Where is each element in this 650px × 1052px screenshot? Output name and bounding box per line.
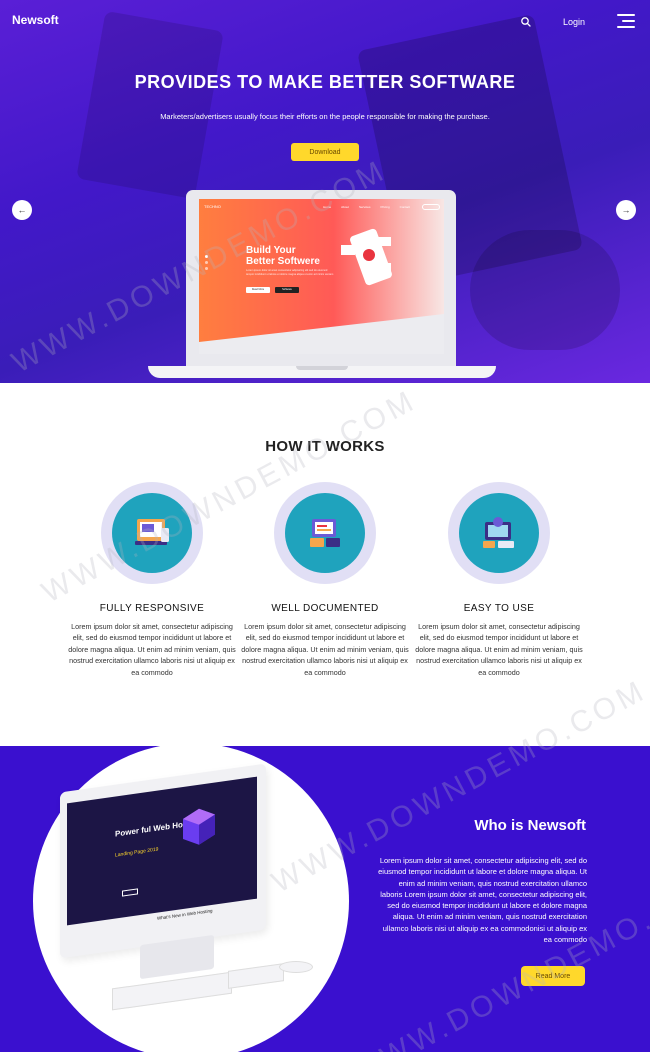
imac-screen-button xyxy=(122,888,138,897)
mockup-nav-item: About xyxy=(341,205,349,209)
mockup-nav-item: Services xyxy=(358,205,371,209)
feature-title: WELL DOCUMENTED xyxy=(271,603,379,614)
feature-title: EASY TO USE xyxy=(463,603,535,614)
slider-next-button[interactable]: → xyxy=(616,200,636,220)
mockup-nav: Home About Services Pricing Contact xyxy=(323,205,410,209)
slider-dot xyxy=(205,255,208,258)
mockup-text: Lorem ipsum dolor sit amet consectetur a… xyxy=(246,269,334,276)
mockup-button-2: Software xyxy=(275,287,299,293)
mockup-heading-line: Better Softwere xyxy=(246,256,320,267)
mockup-nav-item: Contact xyxy=(399,205,410,209)
hero-bg-shape xyxy=(470,230,620,350)
feature-text: Lorem ipsum dolor sit amet, consectetur … xyxy=(241,622,409,677)
feature-text: Lorem ipsum dolor sit amet, consectetur … xyxy=(68,622,236,677)
imac-screen-sub: Landing Page 2019 xyxy=(115,846,159,859)
mouse-illustration xyxy=(279,961,313,973)
arrow-left-icon: ← xyxy=(17,205,27,215)
server-cube-icon xyxy=(183,808,215,845)
mockup-nav-button xyxy=(422,204,440,210)
feature-card: FULLY RESPONSIVE Lorem ipsum dolor sit a… xyxy=(65,482,239,678)
hero-title: PROVIDES TO MAKE BETTER SOFTWARE xyxy=(134,72,516,92)
slider-dot xyxy=(205,267,208,270)
hero-subtitle: Marketers/advertisers usually focus thei… xyxy=(160,112,490,121)
hamburger-menu-icon[interactable] xyxy=(617,14,635,28)
login-link[interactable]: Login xyxy=(563,17,585,27)
feature-card: EASY TO USE Lorem ipsum dolor sit amet, … xyxy=(412,482,586,678)
mockup-phone-illustration xyxy=(341,228,392,286)
search-icon[interactable] xyxy=(520,16,532,28)
mockup-nav-item: Pricing xyxy=(380,205,390,209)
laptop-screen-content: TECHNO Home About Services Pricing Conta… xyxy=(199,199,444,354)
download-button[interactable]: Download xyxy=(291,143,359,161)
mockup-wedge xyxy=(199,314,444,354)
slider-prev-button[interactable]: ← xyxy=(12,200,32,220)
how-it-works-title: HOW IT WORKS xyxy=(265,438,385,455)
read-more-button[interactable]: Read More xyxy=(521,966,585,986)
responsive-devices-icon xyxy=(112,493,192,573)
arrow-right-icon: → xyxy=(621,205,631,215)
documentation-icon xyxy=(285,493,365,573)
feature-icon-ring xyxy=(274,482,376,584)
slider-dot xyxy=(205,261,208,264)
feature-title: FULLY RESPONSIVE xyxy=(99,603,205,614)
about-text: Lorem ipsum dolor sit amet, consectetur … xyxy=(378,856,587,945)
mockup-logo: TECHNO xyxy=(204,204,221,209)
mockup-heading-line: Build Your xyxy=(246,245,296,256)
brand-logo[interactable]: Newsoft xyxy=(12,13,59,27)
mockup-nav-item: Home xyxy=(323,205,332,209)
easy-to-use-icon xyxy=(459,493,539,573)
feature-text: Lorem ipsum dolor sit amet, consectetur … xyxy=(415,622,583,677)
hero-bg-shape xyxy=(76,10,224,200)
mockup-button-1: Read More xyxy=(246,287,270,293)
feature-card: WELL DOCUMENTED Lorem ipsum dolor sit am… xyxy=(238,482,412,678)
about-title: Who is Newsoft xyxy=(474,817,586,834)
feature-icon-ring xyxy=(448,482,550,584)
feature-icon-ring xyxy=(101,482,203,584)
laptop-notch xyxy=(296,366,348,370)
mockup-heading: Build Your Better Softwere xyxy=(246,245,320,267)
